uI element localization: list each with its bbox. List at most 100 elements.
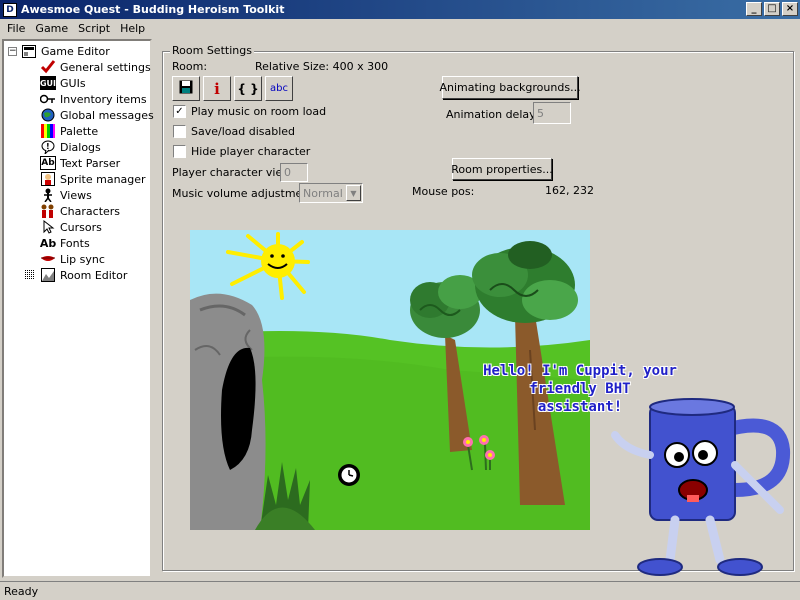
wait-cursor-icon xyxy=(338,464,360,486)
tree-item-cursors[interactable]: Cursors xyxy=(40,219,102,235)
assistant-line-1: Hello! I'm Cuppit, your friendly BHT xyxy=(483,363,677,397)
tree-item-inventory[interactable]: Inventory items xyxy=(40,91,147,107)
collapse-icon[interactable]: − xyxy=(8,46,17,56)
tree-item-label: Inventory items xyxy=(60,92,147,106)
animation-delay-value: 5 xyxy=(537,106,544,120)
app-icon: D xyxy=(3,2,17,17)
player-view-label: Player character view xyxy=(172,166,292,179)
room-properties-button[interactable]: Room properties... xyxy=(451,158,553,180)
tree-item-general-settings[interactable]: General settings xyxy=(40,59,151,75)
save-icon xyxy=(179,80,193,97)
tree-item-lip-sync[interactable]: Lip sync xyxy=(40,251,105,267)
text-abc-icon: abc xyxy=(270,83,288,94)
music-volume-label: Music volume adjustment xyxy=(172,187,314,200)
script-braces-icon: { } xyxy=(237,81,259,96)
project-tree[interactable]: − Game Editor General settings GUI GUIs … xyxy=(2,39,154,578)
tree-item-label: Characters xyxy=(60,204,121,218)
minimize-button[interactable]: _ xyxy=(746,2,762,16)
mouse-pos-label: Mouse pos: xyxy=(412,185,475,198)
mug-assistant[interactable] xyxy=(605,395,800,580)
close-button[interactable]: × xyxy=(782,2,798,16)
room-settings-title: Room Settings xyxy=(170,44,254,57)
mouse-pos-value: 162, 232 xyxy=(545,184,594,197)
characters-icon xyxy=(40,204,56,218)
tree-item-label: Room Editor xyxy=(60,268,128,282)
menu-help[interactable]: Help xyxy=(115,22,150,35)
title-bar: D Awesmoe Quest - Budding Heroism Toolki… xyxy=(0,0,800,19)
sprite-icon xyxy=(40,172,56,186)
checkbox-unchecked[interactable] xyxy=(173,125,186,138)
tree-item-room-editor[interactable]: Room Editor xyxy=(24,267,127,283)
tree-item-label: Lip sync xyxy=(60,252,105,266)
lips-icon xyxy=(40,252,56,266)
relative-size-label: Relative Size: 400 x 300 xyxy=(255,60,389,73)
font-icon: Ab xyxy=(39,236,57,250)
gui-icon: GUI xyxy=(40,76,56,90)
views-icon xyxy=(40,188,56,202)
expand-icon[interactable] xyxy=(24,268,36,282)
globe-icon xyxy=(40,108,56,122)
text-button[interactable]: abc xyxy=(265,76,293,101)
tree-root-game-editor[interactable]: − Game Editor xyxy=(8,43,110,59)
tree-item-label: Cursors xyxy=(60,220,102,234)
tree-item-label: GUIs xyxy=(60,76,86,90)
menu-bar: File Game Script Help xyxy=(0,19,800,37)
player-view-input[interactable]: 0 xyxy=(280,163,308,182)
info-button[interactable]: i xyxy=(203,76,231,101)
key-icon xyxy=(40,92,56,106)
tree-item-views[interactable]: Views xyxy=(40,187,92,203)
room-icon xyxy=(40,268,56,282)
tree-root-label: Game Editor xyxy=(41,44,110,58)
animation-delay-label: Animation delay: xyxy=(446,108,539,121)
animating-backgrounds-button[interactable]: Animating backgrounds... xyxy=(439,76,581,99)
window-title: Awesmoe Quest - Budding Heroism Toolkit xyxy=(21,3,285,16)
tree-item-label: Text Parser xyxy=(60,156,121,170)
checkmark-icon xyxy=(40,60,56,74)
tree-item-text-parser[interactable]: Ab Text Parser xyxy=(40,155,120,171)
menu-script[interactable]: Script xyxy=(73,22,115,35)
tree-item-label: Sprite manager xyxy=(60,172,146,186)
tree-item-label: Views xyxy=(60,188,92,202)
tree-item-sprite-manager[interactable]: Sprite manager xyxy=(40,171,146,187)
play-music-checkbox[interactable]: ✓ Play music on room load xyxy=(173,105,326,118)
tree-item-fonts[interactable]: Ab Fonts xyxy=(40,235,90,251)
tree-item-label: Palette xyxy=(60,124,99,138)
menu-file[interactable]: File xyxy=(2,22,30,35)
status-text: Ready xyxy=(4,584,39,598)
cursor-icon xyxy=(40,220,56,234)
tree-item-dialogs[interactable]: ! Dialogs xyxy=(40,139,101,155)
script-button[interactable]: { } xyxy=(234,76,262,101)
hide-player-checkbox[interactable]: Hide player character xyxy=(173,145,310,158)
checkbox-unchecked[interactable] xyxy=(173,145,186,158)
info-icon: i xyxy=(214,79,220,98)
save-button[interactable] xyxy=(172,76,200,101)
animation-delay-input[interactable]: 5 xyxy=(533,102,571,124)
save-load-label: Save/load disabled xyxy=(191,125,296,138)
tree-item-label: Dialogs xyxy=(60,140,101,154)
tree-item-guis[interactable]: GUI GUIs xyxy=(40,75,86,91)
svg-text:!: ! xyxy=(46,142,50,151)
menu-game[interactable]: Game xyxy=(30,22,73,35)
chevron-down-icon[interactable]: ▼ xyxy=(346,185,361,201)
speech-icon: ! xyxy=(40,140,56,154)
room-label: Room: xyxy=(172,60,208,73)
palette-icon xyxy=(40,124,56,138)
checkbox-checked[interactable]: ✓ xyxy=(173,105,186,118)
maximize-button[interactable]: □ xyxy=(764,2,780,16)
cave-rock xyxy=(190,293,266,530)
tree-item-label: Fonts xyxy=(60,236,90,250)
player-view-value: 0 xyxy=(284,166,291,179)
tree-item-label: General settings xyxy=(60,60,151,74)
tree-item-characters[interactable]: Characters xyxy=(40,203,120,219)
editor-icon xyxy=(21,44,37,58)
music-volume-value: Normal xyxy=(303,186,343,200)
mug-character-icon xyxy=(611,398,791,576)
play-music-label: Play music on room load xyxy=(191,105,327,118)
hide-player-label: Hide player character xyxy=(191,145,311,158)
tree-item-global-messages[interactable]: Global messages xyxy=(40,107,154,123)
save-load-disabled-checkbox[interactable]: Save/load disabled xyxy=(173,125,295,138)
music-volume-select[interactable]: Normal ▼ xyxy=(299,183,363,203)
tree-item-label: Global messages xyxy=(60,108,154,122)
text-parser-icon: Ab xyxy=(40,156,56,170)
tree-item-palette[interactable]: Palette xyxy=(40,123,98,139)
